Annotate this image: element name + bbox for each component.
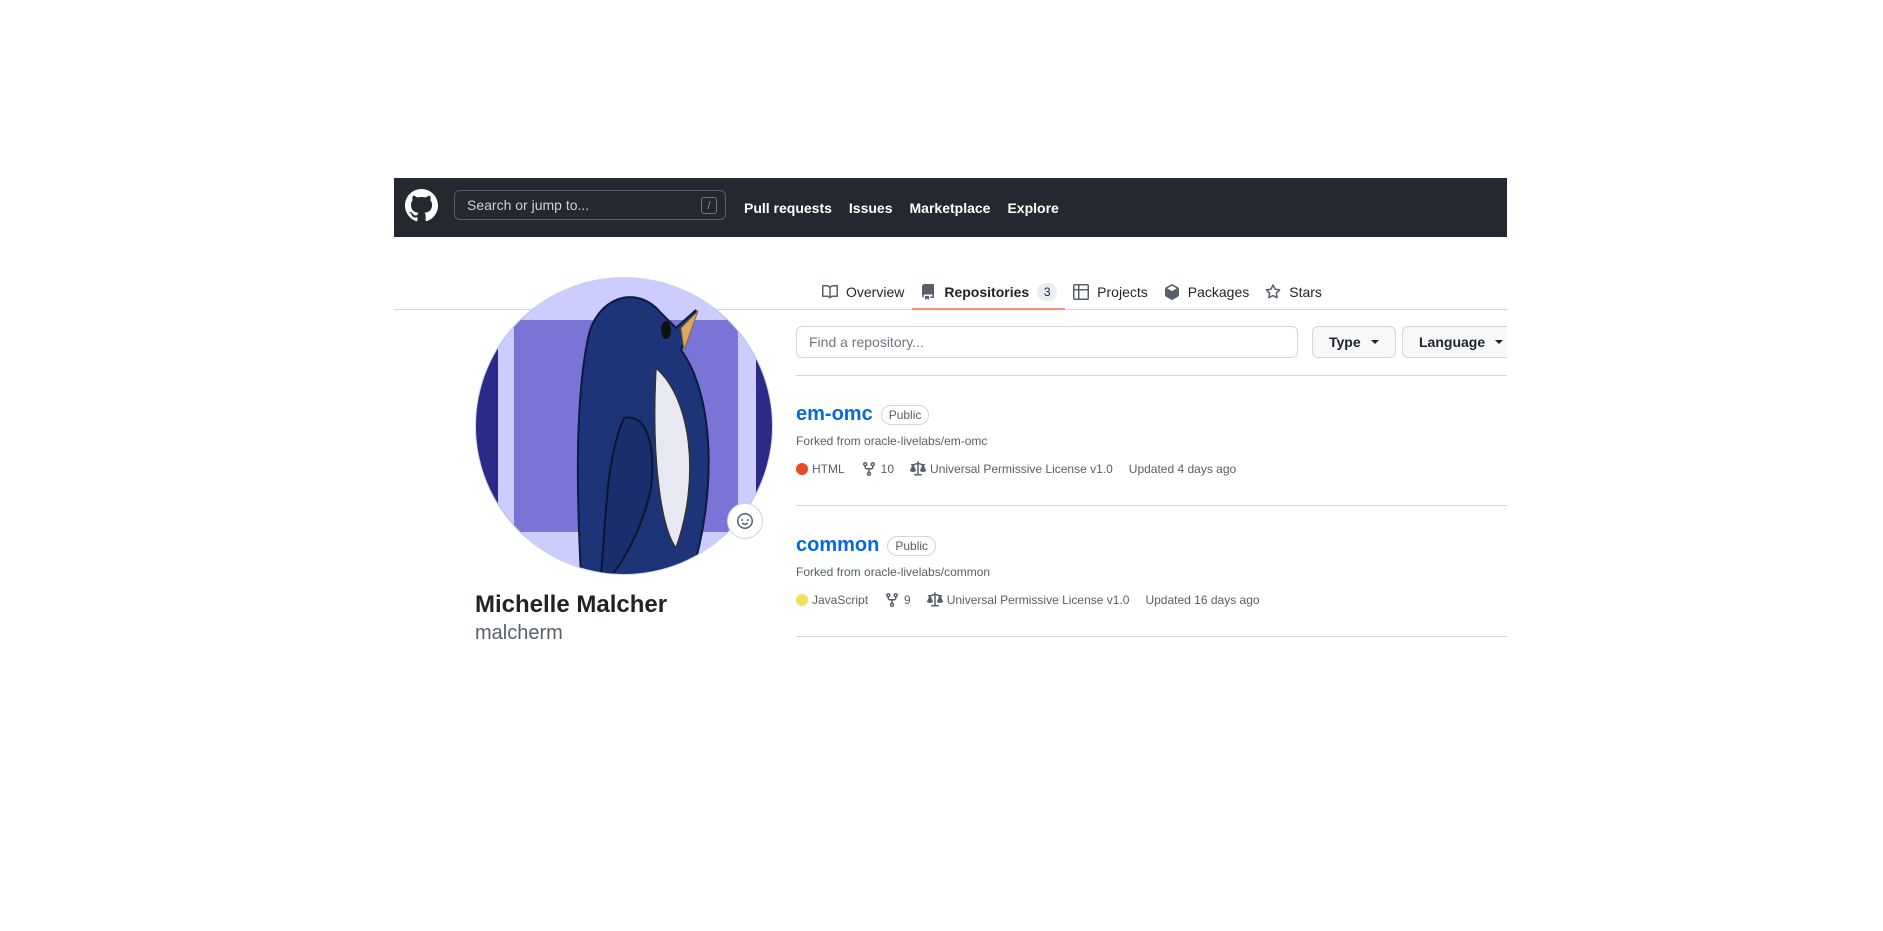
repo-language: JavaScript <box>796 593 868 607</box>
language-filter-label: Language <box>1419 334 1486 350</box>
tab-overview-label: Overview <box>846 284 905 300</box>
language-color-dot <box>796 463 808 475</box>
updated-label: Updated 16 days ago <box>1145 593 1260 607</box>
nav-explore[interactable]: Explore <box>1007 200 1058 216</box>
repo-list-item: common Public Forked from oracle-livelab… <box>796 534 1507 608</box>
profile-username: malcherm <box>475 622 563 644</box>
repo-title-row: em-omc Public <box>796 403 1507 426</box>
tab-projects[interactable]: Projects <box>1065 274 1156 310</box>
filter-divider <box>796 375 1507 376</box>
forked-from-link[interactable]: oracle-livelabs/common <box>864 565 990 579</box>
language-color-dot <box>796 594 808 606</box>
repo-icon <box>922 284 935 300</box>
tab-projects-label: Projects <box>1097 284 1148 300</box>
repo-list-item: em-omc Public Forked from oracle-livelab… <box>796 403 1507 477</box>
language-label: JavaScript <box>812 593 869 607</box>
repo-name-link[interactable]: common <box>796 534 879 557</box>
updated-label: Updated 4 days ago <box>1128 462 1237 476</box>
chevron-down-icon <box>1370 340 1379 344</box>
forked-from-text: Forked from oracle-livelabs/em-omc <box>796 434 1507 448</box>
forked-from-text: Forked from oracle-livelabs/common <box>796 565 1507 579</box>
smiley-icon <box>737 513 753 529</box>
nav-pull-requests[interactable]: Pull requests <box>744 200 832 216</box>
fork-icon <box>886 593 899 608</box>
repo-language: HTML <box>796 462 845 476</box>
set-status-button[interactable] <box>727 503 763 539</box>
repo-name-link[interactable]: em-omc <box>796 403 873 426</box>
fork-icon <box>862 462 875 477</box>
repo-divider <box>796 505 1507 506</box>
tab-packages[interactable]: Packages <box>1156 274 1257 310</box>
star-icon <box>1265 284 1281 299</box>
package-icon <box>1164 284 1179 300</box>
repo-updated: Updated 4 days ago <box>1129 462 1236 476</box>
license-label: Universal Permissive License v1.0 <box>930 462 1113 476</box>
tab-packages-label: Packages <box>1187 284 1250 300</box>
repo-license: Universal Permissive License v1.0 <box>910 461 1113 477</box>
nav-issues[interactable]: Issues <box>849 200 893 216</box>
header-nav: Pull requests Issues Marketplace Explore <box>744 178 1059 237</box>
repo-title-row: common Public <box>796 534 1507 557</box>
chevron-down-icon <box>1495 340 1504 344</box>
repo-forks[interactable]: 9 <box>884 592 911 608</box>
search-shortcut-key: / <box>701 197 717 214</box>
forked-from-link[interactable]: oracle-livelabs/em-omc <box>864 434 987 448</box>
table-icon <box>1073 284 1090 300</box>
forked-from-prefix: Forked from <box>796 434 861 448</box>
repo-updated: Updated 16 days ago <box>1145 593 1259 607</box>
tab-stars[interactable]: Stars <box>1257 274 1330 310</box>
language-label: HTML <box>812 462 845 476</box>
avatar[interactable] <box>475 277 773 575</box>
find-repository-field[interactable] <box>796 326 1298 358</box>
visibility-badge: Public <box>887 535 937 556</box>
repo-license: Universal Permissive License v1.0 <box>926 592 1130 608</box>
avatar-container <box>475 277 773 575</box>
tab-repositories[interactable]: Repositories 3 <box>912 274 1065 310</box>
repo-forks[interactable]: 10 <box>861 461 894 477</box>
repo-meta: JavaScript 9 Universal Permissive Licens… <box>796 592 1507 608</box>
repo-divider <box>796 636 1507 637</box>
language-filter-button[interactable]: Language <box>1402 326 1507 358</box>
repo-meta: HTML 10 Universal Permissive License v1.… <box>796 461 1507 477</box>
profile-full-name: Michelle Malcher <box>475 591 668 618</box>
law-icon <box>910 461 927 476</box>
fork-count: 10 <box>880 462 895 476</box>
repositories-count-badge: 3 <box>1037 283 1058 301</box>
penguin-avatar-image <box>476 278 772 574</box>
tab-repositories-label: Repositories <box>944 284 1030 300</box>
nav-marketplace[interactable]: Marketplace <box>910 200 991 216</box>
type-filter-button[interactable]: Type <box>1312 326 1396 358</box>
github-profile-frame: / Pull requests Issues Marketplace Explo… <box>394 178 1507 738</box>
law-icon <box>926 592 943 607</box>
search-input[interactable] <box>455 196 689 214</box>
profile-tabs: Overview Repositories 3 Projects Package… <box>814 274 1330 310</box>
global-search[interactable]: / <box>454 190 726 220</box>
type-filter-label: Type <box>1329 334 1361 350</box>
global-header: / Pull requests Issues Marketplace Explo… <box>394 178 1507 237</box>
tab-stars-label: Stars <box>1289 284 1322 300</box>
license-label: Universal Permissive License v1.0 <box>946 593 1130 607</box>
book-icon <box>822 284 838 299</box>
fork-count: 9 <box>904 593 911 607</box>
visibility-badge: Public <box>880 404 930 425</box>
find-repository-input[interactable] <box>797 333 1281 351</box>
forked-from-prefix: Forked from <box>796 565 861 579</box>
tab-overview[interactable]: Overview <box>814 274 912 310</box>
github-logo-icon[interactable] <box>405 189 438 222</box>
